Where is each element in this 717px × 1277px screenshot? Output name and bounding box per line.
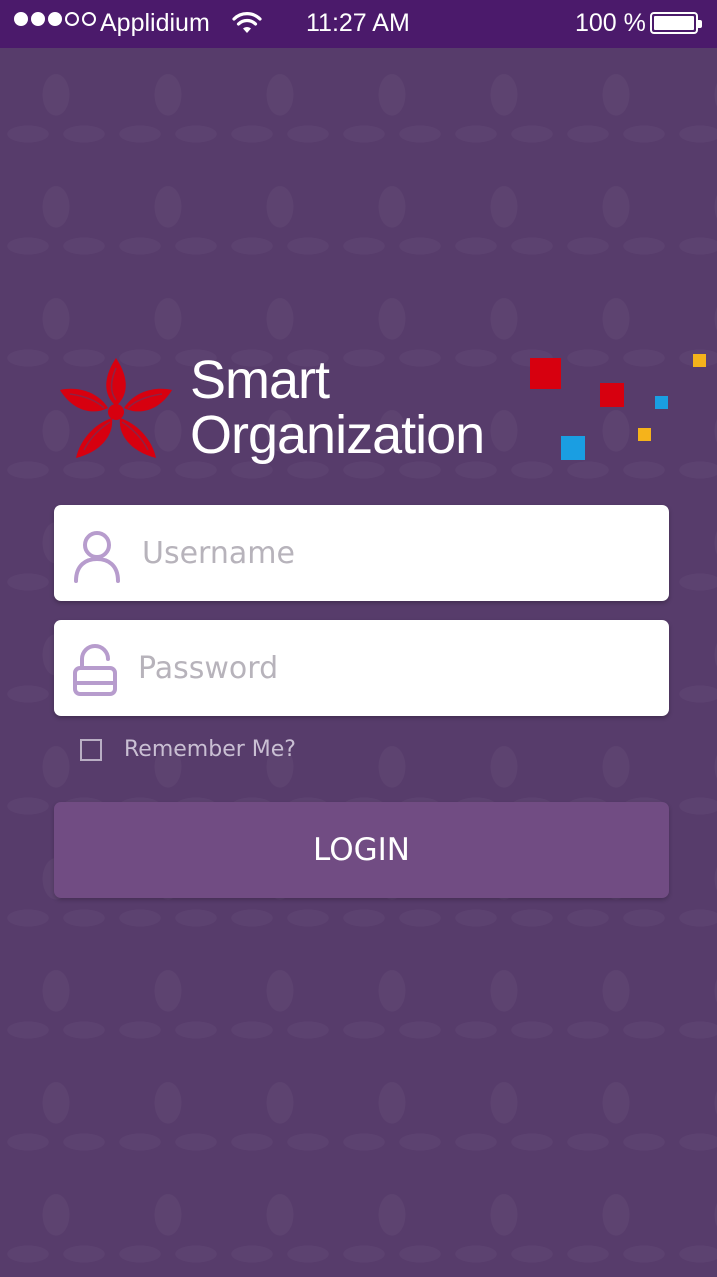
login-screen: Applidium 11:27 AM 100 % Smart Organizat…	[0, 0, 717, 1277]
username-input[interactable]	[142, 527, 622, 579]
decor-square-blue-small	[655, 396, 668, 409]
brand-line-2: Organization	[190, 405, 485, 465]
password-field[interactable]	[54, 620, 669, 716]
decor-square-red-medium	[600, 383, 624, 407]
remember-me-row[interactable]: Remember Me?	[80, 737, 296, 762]
decor-square-blue-large	[561, 436, 585, 460]
decor-square-yellow-top	[693, 354, 706, 367]
brand-line-1: Smart	[190, 350, 330, 410]
user-icon	[74, 531, 120, 583]
status-bar: Applidium 11:27 AM 100 %	[0, 0, 717, 48]
battery-percentage: 100 %	[575, 9, 646, 37]
wifi-icon	[232, 12, 262, 33]
password-input[interactable]	[138, 642, 618, 694]
lock-icon	[73, 644, 117, 696]
carrier-name: Applidium	[100, 9, 210, 37]
battery-icon	[650, 12, 702, 34]
bauhinia-flower-icon	[60, 358, 172, 458]
status-time: 11:27 AM	[306, 9, 410, 37]
remember-me-label[interactable]: Remember Me?	[124, 737, 296, 762]
signal-strength-icon	[14, 12, 96, 26]
app-logo-text: Smart Organization	[190, 350, 485, 465]
username-field[interactable]	[54, 505, 669, 601]
decor-square-yellow-small	[638, 428, 651, 441]
decor-square-red-large	[530, 358, 561, 389]
login-button[interactable]: LOGIN	[54, 802, 669, 898]
remember-me-checkbox[interactable]	[80, 738, 102, 761]
